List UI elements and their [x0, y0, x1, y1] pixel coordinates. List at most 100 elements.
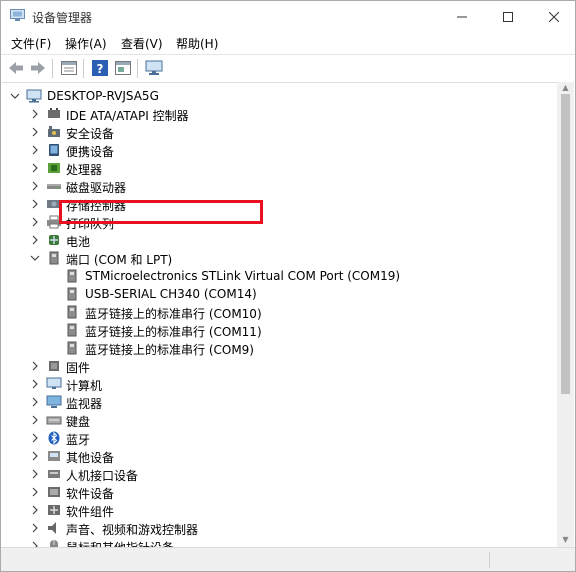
chevron-right-icon[interactable] — [30, 505, 40, 515]
vertical-scrollbar[interactable]: ▲ ▼ — [557, 82, 574, 547]
chevron-right-icon[interactable] — [30, 163, 40, 173]
tree-item-label: 软件组件 — [66, 505, 115, 519]
menu-help[interactable]: 帮助(H) — [176, 35, 218, 52]
tree-item-label: 计算机 — [66, 379, 103, 393]
portable-device-icon — [49, 144, 59, 156]
tree-item-label: 电池 — [66, 235, 91, 249]
chevron-right-icon[interactable] — [30, 415, 40, 425]
tree-item-label: 软件设备 — [66, 487, 115, 501]
toolbar-separator — [52, 59, 53, 78]
chevron-right-icon[interactable] — [30, 361, 40, 371]
chevron-right-icon[interactable] — [30, 181, 40, 191]
tree-item-label: 磁盘驱动器 — [66, 181, 127, 195]
port-device-item[interactable]: 蓝牙链接上的标准串行 (COM10) — [2, 303, 557, 321]
battery-icon — [49, 235, 59, 245]
port-device-item[interactable]: 蓝牙链接上的标准串行 (COM9) — [2, 339, 557, 357]
port-icon — [49, 251, 59, 265]
device-manager-app-icon — [10, 9, 25, 21]
tree-item-label: 键盘 — [66, 415, 91, 429]
software-device-icon — [48, 487, 60, 497]
tree-category-ports[interactable]: 端口 (COM 和 LPT) — [2, 249, 557, 267]
chevron-right-icon[interactable] — [30, 235, 40, 245]
close-button[interactable] — [531, 1, 576, 32]
back-icon — [9, 62, 23, 74]
tree-category[interactable]: 蓝牙 — [2, 429, 557, 447]
chevron-right-icon[interactable] — [30, 397, 40, 407]
computer-name: DESKTOP-RVJSA5G — [47, 89, 159, 103]
tree-category[interactable]: 声音、视频和游戏控制器 — [2, 519, 557, 537]
maximize-button[interactable] — [485, 1, 531, 32]
svg-text:?: ? — [97, 62, 104, 76]
software-component-icon — [48, 505, 60, 515]
tree-category[interactable]: 磁盘驱动器 — [2, 177, 557, 195]
tree-category[interactable]: 其他设备 — [2, 447, 557, 465]
chevron-right-icon[interactable] — [30, 145, 40, 155]
scrollbar-thumb[interactable] — [561, 94, 570, 394]
show-hidden-icon — [115, 61, 131, 75]
disk-drive-icon — [47, 184, 61, 189]
tree-category[interactable]: 键盘 — [2, 411, 557, 429]
tree-category[interactable]: 处理器 — [2, 159, 557, 177]
tree-category[interactable]: 软件组件 — [2, 501, 557, 519]
chevron-right-icon[interactable] — [30, 379, 40, 389]
port-device-label: 蓝牙链接上的标准串行 (COM11) — [85, 325, 262, 339]
properties-button[interactable] — [59, 59, 79, 77]
minimize-button[interactable] — [439, 1, 485, 32]
toolbar-separator — [83, 59, 84, 78]
scan-hardware-button[interactable] — [144, 59, 164, 77]
hid-icon — [48, 470, 60, 478]
help-button[interactable]: ? — [90, 59, 110, 77]
tree-category[interactable]: 鼠标和其他指针设备 — [2, 537, 557, 547]
chevron-right-icon[interactable] — [30, 433, 40, 443]
port-device-item[interactable]: STMicroelectronics STLink Virtual COM Po… — [2, 267, 557, 285]
port-device-item[interactable]: 蓝牙链接上的标准串行 (COM11) — [2, 321, 557, 339]
port-device-item[interactable]: USB-SERIAL CH340 (COM14) — [2, 285, 557, 303]
chevron-right-icon[interactable] — [30, 469, 40, 479]
tree-category[interactable]: 固件 — [2, 357, 557, 375]
chevron-right-icon[interactable] — [30, 217, 40, 227]
tree-item-label: 蓝牙 — [66, 433, 91, 447]
forward-button[interactable] — [28, 59, 48, 77]
chevron-right-icon[interactable] — [30, 199, 40, 209]
menu-action[interactable]: 操作(A) — [65, 35, 107, 52]
chevron-down-icon[interactable] — [10, 91, 20, 101]
chevron-right-icon[interactable] — [30, 523, 40, 533]
tree-root[interactable]: DESKTOP-RVJSA5G — [2, 87, 557, 105]
show-hidden-button[interactable] — [113, 59, 133, 77]
maximize-icon — [503, 11, 513, 22]
tree-category[interactable]: 便携设备 — [2, 141, 557, 159]
back-button[interactable] — [6, 59, 26, 77]
scroll-down-icon[interactable]: ▼ — [561, 536, 570, 544]
menu-file[interactable]: 文件(F) — [11, 35, 51, 52]
tree-category-label: 端口 (COM 和 LPT) — [66, 253, 173, 267]
tree-category[interactable]: 人机接口设备 — [2, 465, 557, 483]
serial-port-icon — [67, 305, 77, 319]
ide-controller-icon — [48, 108, 60, 118]
monitor-icon — [46, 395, 62, 408]
tree-category[interactable]: IDE ATA/ATAPI 控制器 — [2, 105, 557, 123]
tree-item-label: 鼠标和其他指针设备 — [66, 539, 174, 547]
port-device-label: STMicroelectronics STLink Virtual COM Po… — [85, 269, 401, 283]
forward-icon — [31, 62, 45, 74]
chevron-right-icon[interactable] — [30, 109, 40, 119]
firmware-icon — [49, 361, 59, 371]
tree-category[interactable]: 计算机 — [2, 375, 557, 393]
tree-item-label: 便携设备 — [66, 145, 115, 159]
scroll-up-icon[interactable]: ▲ — [561, 84, 570, 92]
tree-category[interactable]: 电池 — [2, 231, 557, 249]
menu-view[interactable]: 查看(V) — [121, 35, 163, 52]
device-tree: DESKTOP-RVJSA5G IDE ATA/ATAPI 控制器 安全设备便携设… — [2, 82, 573, 547]
chevron-down-icon[interactable] — [30, 253, 40, 263]
tree-category[interactable]: 软件设备 — [2, 483, 557, 501]
highlight-box — [59, 200, 263, 224]
tree-category[interactable]: 安全设备 — [2, 123, 557, 141]
chevron-right-icon[interactable] — [30, 451, 40, 461]
tree-category[interactable]: 监视器 — [2, 393, 557, 411]
device-manager-window: 设备管理器 文件(F) 操作(A) 查看(V) 帮助(H) ? DESKTOP-… — [0, 0, 576, 572]
monitor-icon — [145, 60, 163, 75]
computer-icon — [46, 377, 62, 389]
chevron-right-icon[interactable] — [30, 487, 40, 497]
properties-icon — [61, 61, 77, 75]
chevron-right-icon[interactable] — [30, 127, 40, 137]
close-icon — [549, 11, 559, 22]
